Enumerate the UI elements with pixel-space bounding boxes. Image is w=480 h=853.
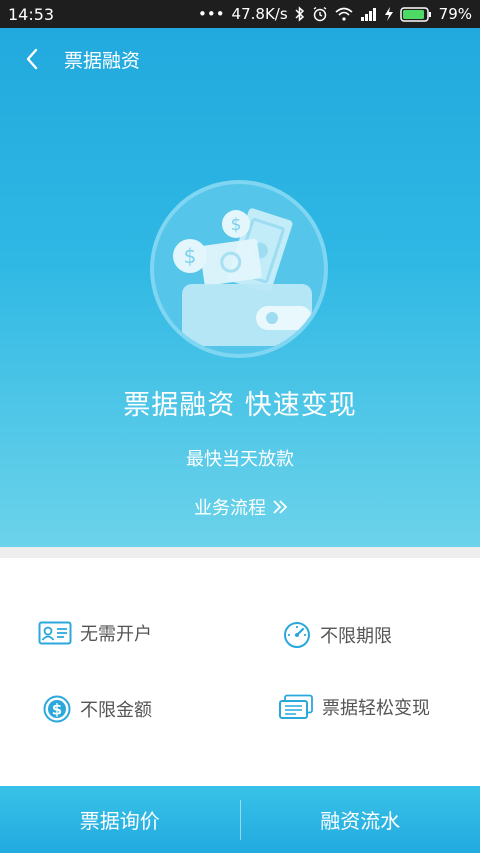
feature-no-term-limit: 不限期限 bbox=[282, 620, 392, 650]
bill-stack-icon bbox=[278, 694, 314, 720]
bill-inquiry-button[interactable]: 票据询价 bbox=[0, 786, 240, 853]
financing-records-button[interactable]: 融资流水 bbox=[241, 786, 480, 853]
feature-label: 不限金额 bbox=[80, 700, 152, 721]
svg-text:$: $ bbox=[184, 244, 197, 268]
feature-label: 票据轻松变现 bbox=[322, 698, 430, 719]
feature-no-account: 无需开户 bbox=[38, 620, 152, 646]
battery-icon bbox=[399, 6, 432, 22]
bottom-action-bar: 票据询价 融资流水 bbox=[0, 786, 480, 853]
status-icons: ••• 47.8K/s 79% bbox=[198, 5, 472, 23]
dots-icon: ••• bbox=[198, 5, 225, 23]
status-bar: 14:53 ••• 47.8K/s 79% bbox=[0, 0, 480, 28]
hero-banner: 票据融资 $ $ 票据融资 快速变现 最快当天放款 业务流程 bbox=[0, 28, 480, 547]
wallet-money-icon: $ $ bbox=[150, 180, 328, 358]
features-grid: 无需开户 不限期限 $ 不限金额 票据轻松变现 bbox=[0, 558, 480, 786]
status-time: 14:53 bbox=[8, 4, 55, 24]
network-speed: 47.8K/s bbox=[231, 5, 288, 23]
back-arrow-icon bbox=[26, 48, 38, 70]
hero-subtitle: 最快当天放款 bbox=[186, 449, 294, 470]
hero-headline: 票据融资 快速变现 bbox=[123, 390, 357, 421]
svg-text:$: $ bbox=[52, 701, 62, 719]
business-process-link[interactable]: 业务流程 bbox=[185, 492, 297, 522]
speedometer-icon bbox=[282, 620, 312, 650]
wifi-icon bbox=[335, 7, 353, 21]
feature-easy-cash: 票据轻松变现 bbox=[278, 694, 430, 720]
feature-no-amount-limit: $ 不限金额 bbox=[42, 694, 152, 724]
double-chevron-right-icon bbox=[273, 500, 288, 514]
alarm-icon bbox=[312, 6, 328, 22]
bluetooth-icon bbox=[295, 6, 305, 22]
battery-percent: 79% bbox=[438, 5, 472, 23]
back-button[interactable] bbox=[0, 28, 64, 90]
signal-icon bbox=[360, 7, 378, 21]
svg-text:$: $ bbox=[231, 215, 242, 235]
charging-icon bbox=[384, 7, 393, 21]
page-title: 票据融资 bbox=[64, 49, 141, 72]
section-divider bbox=[0, 547, 480, 558]
id-card-icon bbox=[38, 621, 72, 645]
feature-label: 不限期限 bbox=[320, 626, 392, 647]
process-link-label: 业务流程 bbox=[194, 498, 266, 519]
feature-label: 无需开户 bbox=[80, 624, 152, 645]
dollar-circle-icon: $ bbox=[42, 694, 72, 724]
top-nav: 票据融资 bbox=[0, 28, 480, 90]
